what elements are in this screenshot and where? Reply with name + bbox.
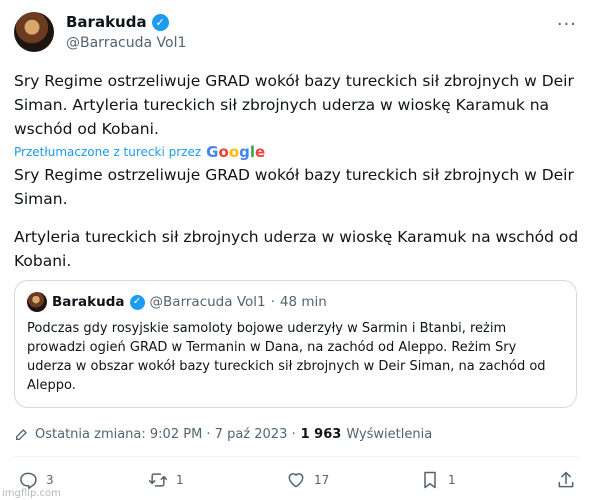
bookmark-icon bbox=[424, 471, 436, 489]
pencil-icon[interactable] bbox=[14, 426, 30, 442]
share-button[interactable] bbox=[556, 470, 576, 490]
author-handle[interactable]: @Barracuda Vol1 bbox=[66, 35, 186, 51]
like-count: 17 bbox=[314, 473, 330, 487]
quoted-tweet-header: Barakuda ✓ @Barracuda Vol1 · 48 min bbox=[27, 292, 327, 312]
author-display-name[interactable]: Barakuda bbox=[66, 13, 147, 31]
verified-badge-icon: ✓ bbox=[129, 294, 145, 310]
author-avatar[interactable] bbox=[14, 12, 54, 52]
translated-paragraph-1: Sry Regime ostrzeliwuje GRAD wokół bazy … bbox=[14, 166, 574, 208]
watermark: imgflip.com bbox=[2, 488, 61, 499]
edit-info-label[interactable]: Ostatnia zmiana: 9:02 PM · 7 paź 2023 · bbox=[35, 427, 296, 442]
reply-button[interactable]: 3 bbox=[18, 470, 54, 490]
tweet-header: Barakuda ✓ @Barracuda Vol1 ··· bbox=[14, 10, 579, 60]
translated-paragraph-2: Artyleria tureckich sił zbrojnych uderza… bbox=[14, 228, 579, 270]
heart-icon bbox=[288, 473, 304, 488]
verified-badge-icon: ✓ bbox=[151, 13, 169, 31]
share-icon bbox=[558, 471, 574, 488]
quoted-author-name: Barakuda bbox=[52, 294, 125, 310]
quoted-author-avatar bbox=[27, 292, 47, 312]
quoted-author-handle: @Barracuda Vol1 bbox=[149, 294, 266, 310]
author-names: Barakuda ✓ @Barracuda Vol1 bbox=[66, 13, 186, 51]
quoted-separator: · bbox=[270, 294, 275, 310]
like-button[interactable]: 17 bbox=[286, 470, 329, 490]
quoted-tweet[interactable]: Barakuda ✓ @Barracuda Vol1 · 48 min Podc… bbox=[14, 280, 577, 408]
quoted-tweet-text: Podczas gdy rosyjskie samoloty bojowe ud… bbox=[27, 321, 546, 393]
tweet-original-text: Sry Regime ostrzeliwuje GRAD wokół bazy … bbox=[14, 72, 574, 138]
action-bar: 3 1 17 1 bbox=[14, 470, 579, 498]
quoted-time: 48 min bbox=[279, 294, 327, 310]
edit-info: Ostatnia zmiana: 9:02 PM · 7 paź 2023 · … bbox=[14, 426, 432, 442]
bookmark-button[interactable]: 1 bbox=[420, 470, 456, 490]
views-label: Wyświetlenia bbox=[346, 426, 433, 442]
divider bbox=[14, 456, 579, 457]
retweet-button[interactable]: 1 bbox=[148, 470, 184, 490]
retweet-count: 1 bbox=[176, 473, 184, 487]
more-horizontal-icon[interactable]: ··· bbox=[557, 14, 577, 35]
google-logo: Google bbox=[206, 143, 266, 161]
reply-icon bbox=[20, 472, 37, 490]
translated-by[interactable]: Przetłumaczone z turecki przez Google bbox=[14, 143, 265, 161]
author-name-row[interactable]: Barakuda ✓ bbox=[66, 13, 186, 31]
retweet-icon bbox=[148, 473, 168, 487]
views-count: 1 963 bbox=[300, 426, 342, 442]
translated-by-label: Przetłumaczone z turecki przez bbox=[14, 145, 202, 159]
bookmark-count: 1 bbox=[448, 473, 456, 487]
reply-count: 3 bbox=[46, 473, 54, 487]
